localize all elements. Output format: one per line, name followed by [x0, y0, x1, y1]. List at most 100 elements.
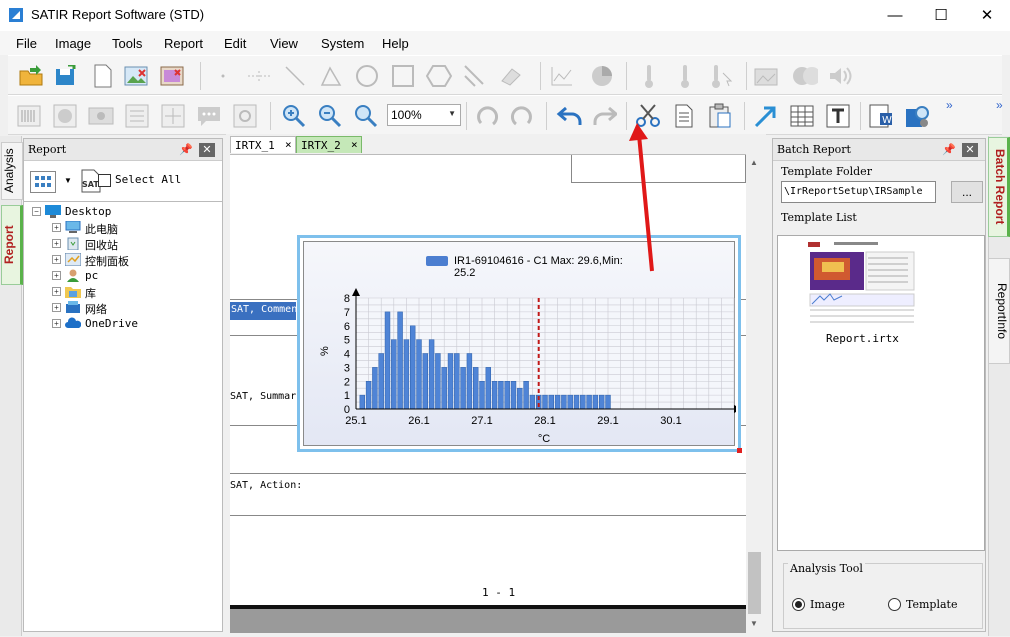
- contrast-icon[interactable]: [52, 103, 78, 129]
- thermometer-icon[interactable]: [636, 63, 662, 89]
- zoom-fit-icon[interactable]: [353, 103, 379, 129]
- rotate-left-icon[interactable]: [473, 103, 499, 129]
- speaker-icon[interactable]: [828, 63, 854, 89]
- redo-icon[interactable]: [591, 103, 617, 129]
- menu-edit[interactable]: Edit: [224, 36, 246, 51]
- barcode-icon[interactable]: [16, 103, 42, 129]
- pin-icon[interactable]: 📌: [942, 144, 954, 156]
- insert-image-icon[interactable]: [124, 63, 150, 89]
- list-view-icon[interactable]: [124, 103, 150, 129]
- template-thumbnail[interactable]: [804, 240, 918, 324]
- spot-line-icon[interactable]: [246, 63, 272, 89]
- view-mode-icon[interactable]: [30, 171, 56, 193]
- polyline-tool-icon[interactable]: [318, 63, 344, 89]
- minimize-button[interactable]: —: [872, 0, 918, 31]
- browse-button[interactable]: ...: [951, 181, 983, 203]
- text-tool-icon[interactable]: [825, 103, 851, 129]
- menu-help[interactable]: Help: [382, 36, 409, 51]
- delta-tool-icon[interactable]: [462, 63, 488, 89]
- doc-tab-irtx-1[interactable]: IRTX_1 ×: [230, 136, 296, 153]
- summary-field-label[interactable]: SAT, Summar: [230, 391, 296, 402]
- line-tool-icon[interactable]: [282, 63, 308, 89]
- camera-icon[interactable]: [88, 103, 114, 129]
- template-file-name[interactable]: Report.irtx: [826, 332, 899, 345]
- select-all-checkbox[interactable]: [98, 174, 111, 187]
- point-tool-icon[interactable]: [210, 63, 236, 89]
- close-panel-icon[interactable]: ✕: [199, 143, 215, 157]
- crosshair-icon[interactable]: [160, 103, 186, 129]
- circle-tool-icon[interactable]: [354, 63, 380, 89]
- tab-report[interactable]: Report: [1, 205, 23, 285]
- view-mode-chevron-icon[interactable]: ▼: [64, 176, 72, 185]
- close-button[interactable]: ✕: [964, 0, 1010, 31]
- template-radio[interactable]: [888, 598, 901, 611]
- scrollbar-thumb[interactable]: [748, 552, 761, 614]
- tree-item-library[interactable]: + 库: [52, 284, 222, 300]
- batch-settings-icon[interactable]: [904, 103, 930, 129]
- image-radio[interactable]: [792, 598, 805, 611]
- pie-chart-icon[interactable]: [589, 63, 615, 89]
- copy-icon[interactable]: [671, 103, 697, 129]
- title-bar: SATIR Report Software (STD) — ☐ ✕: [0, 0, 1010, 31]
- doc-tab-close-icon[interactable]: ×: [351, 138, 358, 151]
- report-settings-icon[interactable]: [232, 103, 258, 129]
- toggle-icon[interactable]: [792, 63, 818, 89]
- polygon-tool-icon[interactable]: [426, 63, 452, 89]
- pin-icon[interactable]: 📌: [179, 144, 191, 156]
- template-folder-input[interactable]: \IrReportSetup\IRSample: [781, 181, 936, 203]
- new-document-icon[interactable]: [90, 63, 116, 89]
- menu-view[interactable]: View: [270, 36, 298, 51]
- resize-handle[interactable]: [737, 448, 742, 453]
- action-field-label[interactable]: SAT, Action:: [230, 480, 302, 491]
- overflow-chevron-icon[interactable]: »: [946, 98, 953, 112]
- tab-analysis[interactable]: Analysis: [1, 142, 23, 200]
- zoom-out-icon[interactable]: [317, 103, 343, 129]
- menu-file[interactable]: File: [16, 36, 37, 51]
- tree-item-desktop[interactable]: − Desktop: [32, 204, 222, 220]
- comment-field-label[interactable]: SAT, Comment: [230, 302, 296, 320]
- image-gallery-icon[interactable]: [160, 63, 186, 89]
- zoom-in-icon[interactable]: [281, 103, 307, 129]
- arrow-tool-icon[interactable]: [753, 103, 779, 129]
- histogram-bar: [461, 367, 466, 409]
- undo-icon[interactable]: [556, 103, 582, 129]
- export-word-icon[interactable]: W: [868, 103, 894, 129]
- maximize-button[interactable]: ☐: [918, 0, 964, 31]
- template-list[interactable]: Report.irtx: [777, 235, 985, 551]
- tree-item-onedrive[interactable]: + OneDrive: [52, 316, 222, 332]
- rotate-right-icon[interactable]: [508, 103, 534, 129]
- menu-tools[interactable]: Tools: [112, 36, 142, 51]
- tree-item-network[interactable]: + 网络: [52, 300, 222, 316]
- scroll-up-icon[interactable]: ▲: [750, 158, 758, 167]
- thermometer-cursor-icon[interactable]: [708, 63, 734, 89]
- histogram-chart-window[interactable]: IR1-69104616 - C1 Max: 29.6,Min: 25.2 % …: [297, 235, 741, 452]
- image-edit-icon[interactable]: [754, 63, 780, 89]
- thermometer-2-icon[interactable]: [672, 63, 698, 89]
- table-icon[interactable]: [789, 103, 815, 129]
- save-icon[interactable]: [53, 63, 79, 89]
- eraser-icon[interactable]: [498, 63, 524, 89]
- tree-item-recycle-bin[interactable]: + 回收站: [52, 236, 222, 252]
- zoom-select[interactable]: 100% ▼: [387, 104, 461, 126]
- tree-item-control-panel[interactable]: + 控制面板: [52, 252, 222, 268]
- line-chart-icon[interactable]: [549, 63, 575, 89]
- histogram-bar: [486, 367, 491, 409]
- overflow-chevron-2-icon[interactable]: »: [996, 98, 1003, 112]
- tab-report-info[interactable]: ReportInfo: [988, 258, 1010, 364]
- document-scrollbar[interactable]: ▲ ▼: [746, 154, 763, 632]
- scroll-down-icon[interactable]: ▼: [750, 619, 758, 628]
- comment-icon[interactable]: [196, 103, 222, 129]
- tree-item-pc[interactable]: + pc: [52, 268, 222, 284]
- menu-image[interactable]: Image: [55, 36, 91, 51]
- doc-tab-irtx-2[interactable]: IRTX_2 ×: [296, 136, 362, 153]
- tree-item-this-pc[interactable]: + 此电脑: [52, 220, 222, 236]
- tab-batch-report[interactable]: Batch Report: [988, 137, 1010, 237]
- menu-report[interactable]: Report: [164, 36, 203, 51]
- doc-tab-close-icon[interactable]: ×: [285, 138, 292, 151]
- open-folder-icon[interactable]: [18, 63, 44, 89]
- histogram-bar: [448, 354, 453, 410]
- rectangle-tool-icon[interactable]: [390, 63, 416, 89]
- close-panel-icon[interactable]: ✕: [962, 143, 978, 157]
- menu-system[interactable]: System: [321, 36, 364, 51]
- paste-icon[interactable]: [707, 103, 733, 129]
